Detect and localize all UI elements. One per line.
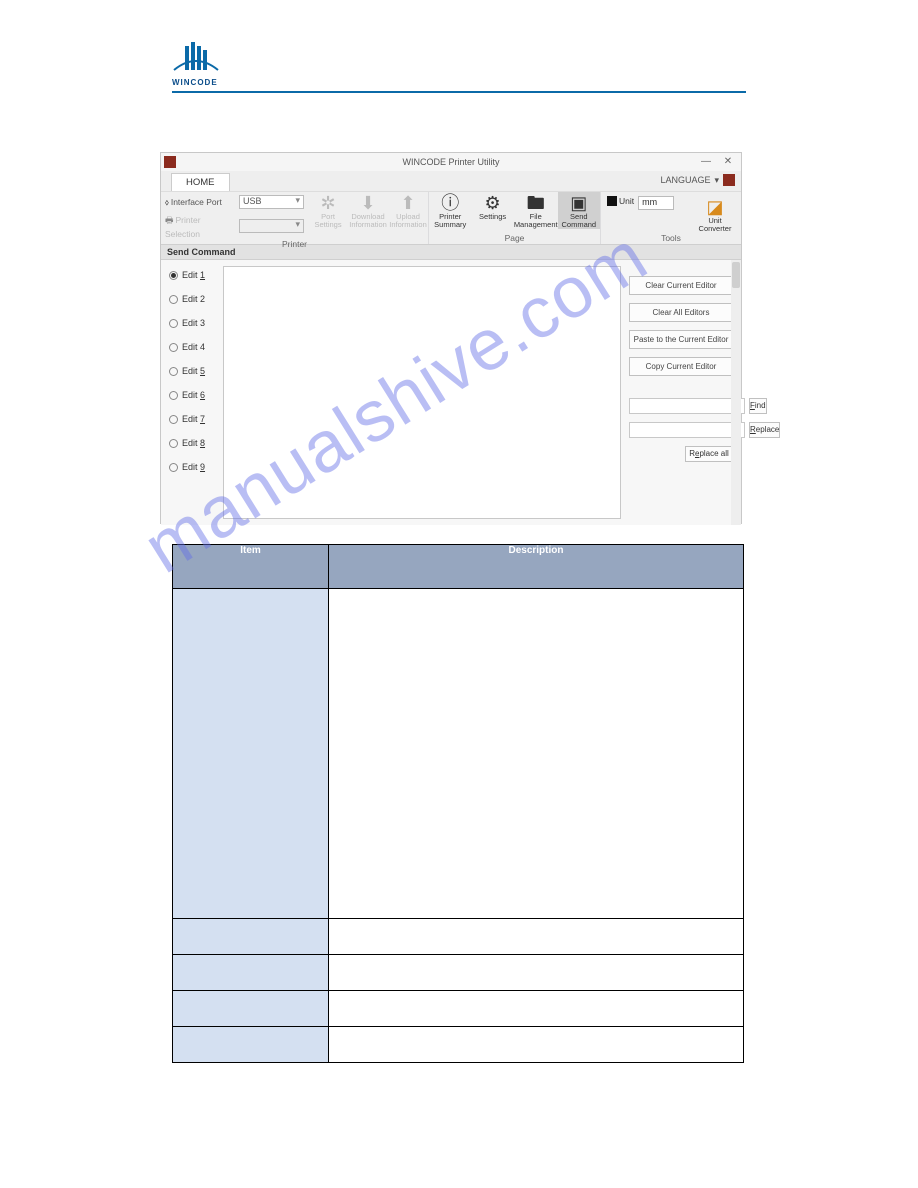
table-row: [173, 589, 744, 919]
folder-icon: 🖿: [527, 194, 545, 212]
titlebar: WINCODE Printer Utility — ✕: [161, 153, 741, 171]
scrollbar-thumb[interactable]: [732, 262, 740, 288]
unit-icon: [607, 196, 617, 206]
interface-port-value: USB: [243, 196, 262, 206]
vertical-scrollbar[interactable]: [731, 260, 741, 525]
edit-radio-9[interactable]: Edit 9: [169, 462, 223, 472]
app-icon: [164, 156, 176, 168]
printer-selection-label: Printer Selection: [165, 213, 235, 239]
replace-button[interactable]: Replace: [749, 422, 780, 438]
description-table: Item Description: [172, 544, 744, 1063]
interface-port-label: Interface Port: [165, 197, 235, 208]
table-header-description: Description: [329, 545, 744, 589]
file-management-button[interactable]: 🖿 File Management: [514, 192, 558, 229]
brand-name: WINCODE: [172, 78, 218, 87]
edit-radio-2[interactable]: Edit 2: [169, 294, 223, 304]
settings-button[interactable]: ⚙ Settings: [471, 192, 513, 229]
find-button[interactable]: Find: [749, 398, 767, 414]
find-input[interactable]: [629, 398, 745, 414]
tab-home[interactable]: HOME: [171, 173, 230, 191]
command-editor[interactable]: [223, 266, 621, 519]
copy-current-editor-button[interactable]: Copy Current Editor: [629, 357, 733, 376]
replace-all-button[interactable]: Replace all: [685, 446, 733, 462]
language-label[interactable]: LANGUAGE: [660, 175, 710, 185]
upload-icon: ⬆: [400, 194, 415, 212]
gear-icon: ✲: [321, 194, 336, 212]
download-icon: ⬇: [360, 194, 375, 212]
printer-summary-button[interactable]: ⓘ Printer Summary: [429, 192, 471, 229]
group-label-tools: Tools: [601, 233, 741, 244]
terminal-icon: ▣: [570, 194, 587, 212]
language-icon[interactable]: [723, 174, 735, 186]
table-row: [173, 955, 744, 991]
tab-row: HOME LANGUAGE ▾: [161, 171, 741, 191]
table-row: [173, 919, 744, 955]
group-label-page: Page: [429, 233, 600, 244]
upload-info-button: ⬆ Upload Information: [388, 192, 428, 239]
interface-port-select[interactable]: USB: [239, 195, 304, 209]
dropdown-icon: ▾: [714, 175, 719, 186]
window-title: WINCODE Printer Utility: [402, 157, 499, 167]
paste-to-current-editor-button[interactable]: Paste to the Current Editor: [629, 330, 733, 349]
settings-icon: ⚙: [485, 194, 501, 212]
edit-radio-4[interactable]: Edit 4: [169, 342, 223, 352]
edit-radio-1[interactable]: Edit 1: [169, 270, 223, 280]
table-row: [173, 1027, 744, 1063]
info-icon: ⓘ: [441, 194, 459, 212]
edit-radio-8[interactable]: Edit 8: [169, 438, 223, 448]
section-title: 5.6 Command Tool: [172, 132, 273, 146]
header-divider: [172, 91, 746, 93]
port-settings-button: ✲ Port Settings: [308, 192, 348, 239]
unit-label: Unit: [619, 196, 634, 206]
group-label-printer: Printer: [161, 239, 428, 250]
edit-radio-7[interactable]: Edit 7: [169, 414, 223, 424]
app-window: WINCODE Printer Utility — ✕ HOME LANGUAG…: [160, 152, 742, 524]
page-header: WINCODE: [172, 42, 746, 93]
minimize-button[interactable]: —: [695, 153, 717, 169]
ribbon: Interface Port USB Printer Selection ✲ P…: [161, 191, 741, 245]
close-button[interactable]: ✕: [717, 153, 739, 169]
replace-input[interactable]: [629, 422, 745, 438]
wincode-logo-icon: [172, 42, 220, 78]
table-row: [173, 991, 744, 1027]
table-header-item: Item: [173, 545, 329, 589]
unit-select[interactable]: mm: [638, 196, 674, 210]
printer-selection-select: [239, 219, 304, 233]
download-info-button: ⬇ Download Information: [348, 192, 388, 239]
edit-radio-3[interactable]: Edit 3: [169, 318, 223, 328]
brand-logo: WINCODE: [172, 42, 746, 87]
clear-all-editors-button[interactable]: Clear All Editors: [629, 303, 733, 322]
send-command-button[interactable]: ▣ Send Command: [558, 192, 600, 229]
unit-converter-button[interactable]: ◪ Unit Converter: [695, 196, 735, 233]
ruler-icon: ◪: [706, 198, 723, 216]
edit-radio-5[interactable]: Edit 5: [169, 366, 223, 376]
edit-radio-6[interactable]: Edit 6: [169, 390, 223, 400]
clear-current-editor-button[interactable]: Clear Current Editor: [629, 276, 733, 295]
right-panel: Clear Current Editor Clear All Editors P…: [621, 260, 741, 525]
edit-list: Edit 1 Edit 2 Edit 3 Edit 4 Edit 5 Edit …: [161, 260, 223, 525]
unit-value: mm: [642, 197, 657, 207]
